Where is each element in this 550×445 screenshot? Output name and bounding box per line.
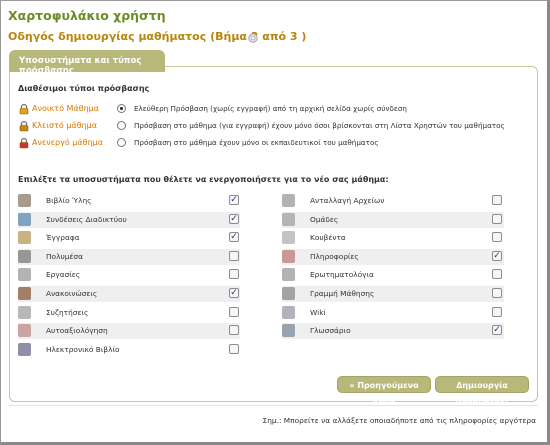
tool-row: Ανακοινώσεις ✓ xyxy=(18,286,240,302)
tool-checkbox[interactable]: ✓ xyxy=(229,195,239,205)
create-course-button[interactable]: Δημιουργία μαθήματος! xyxy=(435,376,529,407)
tool-row: Εργασίες xyxy=(18,267,240,283)
tool-label: Ανακοινώσεις xyxy=(46,289,98,298)
tool-row: Έγγραφα ✓ xyxy=(18,230,240,246)
tool-checkbox[interactable]: ✓ xyxy=(229,232,239,243)
file-exchange-icon xyxy=(282,194,295,207)
tool-checkbox[interactable] xyxy=(492,306,502,317)
tool-checkbox[interactable]: ✓ xyxy=(492,250,502,261)
forum-icon xyxy=(18,305,31,319)
tool-row: Ερωτηματολόγια xyxy=(282,267,504,283)
tool-checkbox[interactable]: ✓ xyxy=(229,213,239,224)
panel-tab: Υποσυστήματα και τύπος πρόσβασης xyxy=(9,50,165,76)
tool-checkbox[interactable]: ✓ xyxy=(229,288,239,298)
tools-heading: Επιλέξτε τα υποσυστήματα που θέλετε να ε… xyxy=(18,175,389,184)
access-type-radio[interactable] xyxy=(117,121,126,130)
tool-checkbox[interactable] xyxy=(229,325,239,336)
tool-label: Ομάδες xyxy=(310,214,339,224)
tool-row: Ανταλλαγή Αρχείων xyxy=(282,193,504,209)
footer-divider xyxy=(9,405,538,406)
access-type-label: Ανοικτό Μάθημα xyxy=(32,104,100,113)
access-type-label: Κλειστό μάθημα xyxy=(32,121,98,130)
tool-label: Βιβλίο Ύλης xyxy=(46,196,92,205)
links-icon xyxy=(18,212,31,226)
tool-row: Συνδέσεις Διαδικτύου ✓ xyxy=(18,211,240,228)
tool-row: Γραμμή Μάθησης xyxy=(282,286,504,302)
multimedia-icon xyxy=(18,249,31,263)
page-title: Χαρτοφυλάκιο χρήστη xyxy=(8,8,166,23)
tool-row: Αυτοαξιολόγηση xyxy=(18,323,240,340)
tool-label: Αυτοαξιολόγηση xyxy=(46,326,108,336)
tool-checkbox[interactable] xyxy=(492,288,502,298)
access-heading: Διαθέσιμοι τύποι πρόσβασης xyxy=(18,84,150,93)
tool-row: Wiki xyxy=(282,305,504,321)
tool-label: Ανταλλαγή Αρχείων xyxy=(310,196,385,205)
wizard-title: Οδηγός δημιουργίας μαθήματος (Βήμα 3 από… xyxy=(8,30,307,43)
tool-label: Ερωτηματολόγια xyxy=(310,270,374,280)
tool-checkbox[interactable]: ✓ xyxy=(492,325,502,336)
tool-label: Wiki xyxy=(310,307,326,317)
footer-note: Σημ.: Μπορείτε να αλλάξετε οποιαδήποτε α… xyxy=(262,416,536,425)
ebook-icon xyxy=(18,342,31,356)
wiki-icon xyxy=(282,305,295,319)
tool-label: Πληροφορίες xyxy=(310,251,359,261)
closed-lock-icon xyxy=(19,120,29,132)
tool-row: Ηλεκτρονικό Βιβλίο xyxy=(18,342,240,358)
access-type-row: Ανοικτό Μάθημα Ελεύθερη Πρόσβαση (χωρίς ε… xyxy=(18,101,538,117)
tool-label: Συζητήσεις xyxy=(46,307,89,317)
tool-label: Γραμμή Μάθησης xyxy=(310,289,375,298)
announcements-icon xyxy=(18,287,31,300)
access-type-description: Ελεύθερη Πρόσβαση (χωρίς εγγραφή) από τη… xyxy=(134,104,407,113)
tool-label: Κουβέντα xyxy=(310,233,346,243)
tool-label: Συνδέσεις Διαδικτύου xyxy=(46,214,127,224)
help-icon[interactable] xyxy=(248,33,258,43)
tool-checkbox[interactable] xyxy=(229,269,239,280)
groups-icon xyxy=(282,212,295,226)
tool-label: Εργασίες xyxy=(46,270,81,280)
tool-checkbox[interactable] xyxy=(492,195,502,205)
folder-icon xyxy=(18,231,31,245)
access-type-radio[interactable] xyxy=(117,138,126,147)
previous-step-button[interactable]: « Προηγούμενο βήμα xyxy=(337,376,431,407)
tool-checkbox[interactable] xyxy=(492,213,502,224)
tool-label: Πολυμέσα xyxy=(46,251,83,261)
tool-checkbox[interactable] xyxy=(492,232,502,243)
tool-label: Έγγραφα xyxy=(46,233,80,243)
info-icon xyxy=(282,249,295,263)
tool-row: Πολυμέσα xyxy=(18,248,240,265)
glossary-icon xyxy=(282,324,295,338)
inactive-lock-icon xyxy=(19,137,29,149)
chat-icon xyxy=(282,231,295,245)
tool-row: Γλωσσάριο ✓ xyxy=(282,323,504,340)
open-lock-icon xyxy=(19,103,29,115)
tool-row: Πληροφορίες ✓ xyxy=(282,248,504,265)
access-type-description: Πρόσβαση στο μάθημα έχουν μόνο οι εκπαιδ… xyxy=(134,138,379,147)
tool-row: Ομάδες xyxy=(282,211,504,228)
tool-row: Βιβλίο Ύλης ✓ xyxy=(18,193,240,209)
book-icon xyxy=(18,194,31,207)
tool-label: Ηλεκτρονικό Βιβλίο xyxy=(46,344,120,354)
assignments-icon xyxy=(18,268,31,282)
tool-row: Συζητήσεις xyxy=(18,305,240,321)
learning-path-icon xyxy=(282,287,295,300)
tool-checkbox[interactable] xyxy=(229,250,239,261)
self-assessment-icon xyxy=(18,324,31,338)
access-type-label: Ανενεργό μάθημα xyxy=(32,138,103,147)
tool-checkbox[interactable] xyxy=(229,306,239,317)
tool-label: Γλωσσάριο xyxy=(310,326,351,336)
questionnaire-icon xyxy=(282,268,295,282)
tool-row: Κουβέντα xyxy=(282,230,504,246)
access-type-row: Κλειστό μάθημα Πρόσβαση στο μάθημα (για ε… xyxy=(18,118,538,134)
access-type-row: Ανενεργό μάθημα Πρόσβαση στο μάθημα έχουν… xyxy=(18,135,538,151)
access-type-radio[interactable] xyxy=(117,104,126,113)
tool-checkbox[interactable] xyxy=(229,343,239,354)
access-type-description: Πρόσβαση στο μάθημα (για εγγραφή) έχουν … xyxy=(134,121,505,130)
tool-checkbox[interactable] xyxy=(492,269,502,280)
